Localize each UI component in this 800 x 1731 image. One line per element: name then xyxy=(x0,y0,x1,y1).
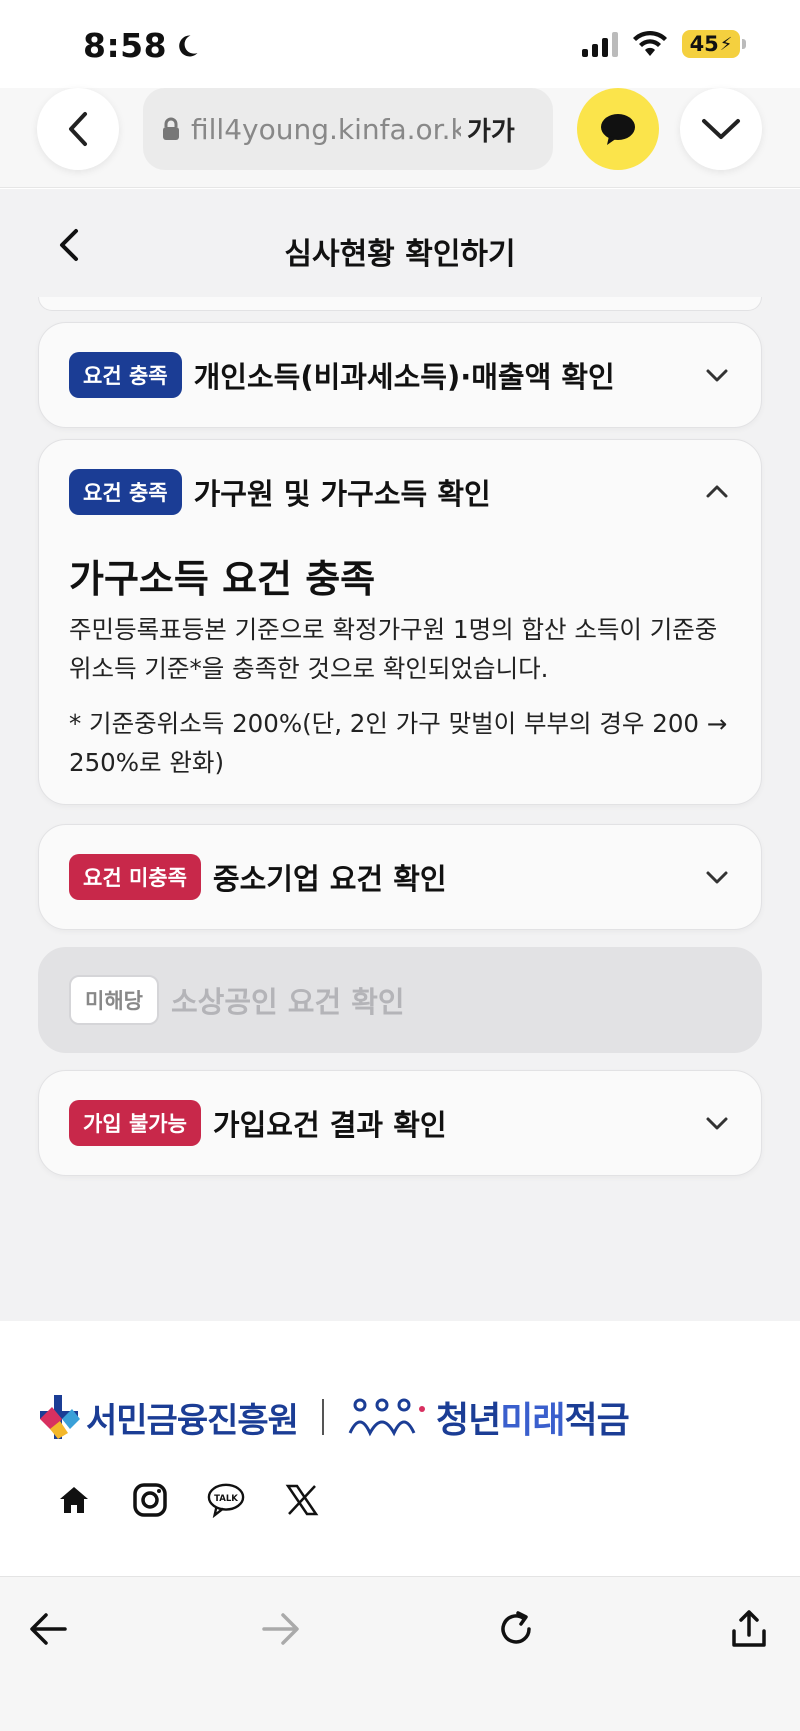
chevron-down-icon xyxy=(706,871,728,884)
status-icons: 45 ⚡ xyxy=(582,30,746,58)
logo-word-1: 청년 xyxy=(435,1400,501,1441)
instagram-icon[interactable] xyxy=(131,1481,169,1519)
browser-bottom-toolbar xyxy=(0,1576,800,1731)
kakaotalk-icon[interactable]: TALK xyxy=(207,1481,245,1519)
card-household-income[interactable]: 요건 충족 가구원 및 가구소득 확인 가구소득 요건 충족 주민등록표등본 기… xyxy=(38,439,762,805)
chevron-down-icon xyxy=(706,1117,728,1130)
kinfa-logo[interactable]: 서민금융진흥원 xyxy=(38,1393,299,1442)
browser-back-arrow[interactable] xyxy=(18,1599,78,1659)
card-header[interactable]: 가입 불가능 가입요건 결과 확인 xyxy=(69,1071,731,1175)
kakaotalk-chat-button[interactable] xyxy=(577,88,659,170)
chevron-up-icon xyxy=(706,485,728,498)
chevron-down-icon xyxy=(702,119,740,139)
status-badge: 요건 충족 xyxy=(69,352,182,398)
youth-savings-logo[interactable]: 청년미래적금 xyxy=(348,1391,630,1443)
card-title: 중소기업 요건 확인 xyxy=(212,862,447,896)
status-bar: 8:58 45 ⚡ xyxy=(0,0,800,92)
page-title: 심사현황 확인하기 xyxy=(284,237,516,272)
wifi-icon xyxy=(633,30,667,56)
footer-logos: 서민금융진흥원 청년미래적금 xyxy=(38,1391,630,1443)
kinfa-logo-text: 서민금융진흥원 xyxy=(86,1400,299,1441)
browser-reload-button[interactable] xyxy=(486,1599,546,1659)
detail-body: 주민등록표등본 기준으로 확정가구원 1명의 합산 소득이 기준중위소득 기준*… xyxy=(69,615,718,683)
status-badge: 가입 불가능 xyxy=(69,1100,201,1146)
kinfa-mark-icon xyxy=(40,1395,80,1439)
battery-icon: 45 ⚡ xyxy=(682,30,746,58)
page-footer: 서민금융진흥원 청년미래적금 TALK xyxy=(0,1321,800,1576)
status-time-group: 8:58 xyxy=(83,26,201,65)
home-icon[interactable] xyxy=(55,1481,93,1519)
card-header[interactable]: 요건 충족 가구원 및 가구소득 확인 xyxy=(69,440,731,544)
social-links: TALK xyxy=(55,1481,321,1519)
card-title: 가구원 및 가구소득 확인 xyxy=(193,477,491,511)
arrow-left-icon xyxy=(30,1613,67,1645)
chevron-down-icon xyxy=(706,369,728,382)
url-text: fill4young.kinfa.or.kr xyxy=(191,112,461,146)
status-badge: 미해당 xyxy=(69,975,159,1025)
svg-text:TALK: TALK xyxy=(214,1494,238,1504)
browser-back-button[interactable] xyxy=(37,88,119,170)
url-bar[interactable]: fill4young.kinfa.or.kr 가가 xyxy=(143,88,553,170)
reload-icon xyxy=(501,1611,531,1644)
logo-divider xyxy=(321,1399,324,1435)
text-size-button[interactable]: 가가 xyxy=(467,111,515,148)
lock-icon xyxy=(163,117,179,140)
card-header[interactable]: 요건 충족 개인소득(비과세소득)·매출액 확인 xyxy=(69,323,731,427)
browser-forward-arrow[interactable] xyxy=(251,1599,311,1659)
share-icon xyxy=(732,1610,766,1647)
card-header: 미해당 소상공인 요건 확인 xyxy=(69,948,731,1052)
main-content: 심사현황 확인하기 요건 충족 개인소득(비과세소득)·매출액 확인 요건 충족… xyxy=(0,189,800,1321)
card-sme-requirement[interactable]: 요건 미충족 중소기업 요건 확인 xyxy=(38,824,762,930)
battery-level: 45 xyxy=(689,32,719,56)
page-header: 심사현황 확인하기 xyxy=(0,189,800,299)
moon-icon xyxy=(179,34,198,56)
youth-savings-logo-text: 청년미래적금 xyxy=(435,1391,630,1443)
card-personal-income[interactable]: 요건 충족 개인소득(비과세소득)·매출액 확인 xyxy=(38,322,762,428)
logo-word-3: 적금 xyxy=(564,1400,629,1441)
chat-bubble-icon xyxy=(601,114,635,145)
chevron-left-icon xyxy=(69,112,87,146)
cellular-signal-icon xyxy=(582,31,618,57)
previous-card-edge xyxy=(38,297,762,311)
people-mark-icon xyxy=(348,1398,425,1437)
card-title: 소상공인 요건 확인 xyxy=(170,985,405,1019)
card-small-business: 미해당 소상공인 요건 확인 xyxy=(38,947,762,1053)
card-header[interactable]: 요건 미충족 중소기업 요건 확인 xyxy=(69,825,731,929)
browser-menu-button[interactable] xyxy=(680,88,762,170)
status-badge: 요건 미충족 xyxy=(69,854,201,900)
card-title: 개인소득(비과세소득)·매출액 확인 xyxy=(193,360,615,394)
card-title: 가입요건 결과 확인 xyxy=(212,1108,447,1142)
card-eligibility-result[interactable]: 가입 불가능 가입요건 결과 확인 xyxy=(38,1070,762,1176)
status-badge: 요건 충족 xyxy=(69,469,182,515)
x-icon[interactable] xyxy=(283,1481,321,1519)
detail-note: * 기준중위소득 200%(단, 2인 가구 맞벌이 부부의 경우 200 → … xyxy=(69,709,728,777)
detail-heading: 가구소득 요건 충족 xyxy=(69,557,376,601)
browser-top-bar: fill4young.kinfa.or.kr 가가 xyxy=(0,88,800,188)
logo-word-2: 미래 xyxy=(500,1400,565,1441)
browser-share-button[interactable] xyxy=(719,1599,779,1659)
status-time: 8:58 xyxy=(83,26,168,65)
arrow-right-icon xyxy=(262,1613,299,1645)
